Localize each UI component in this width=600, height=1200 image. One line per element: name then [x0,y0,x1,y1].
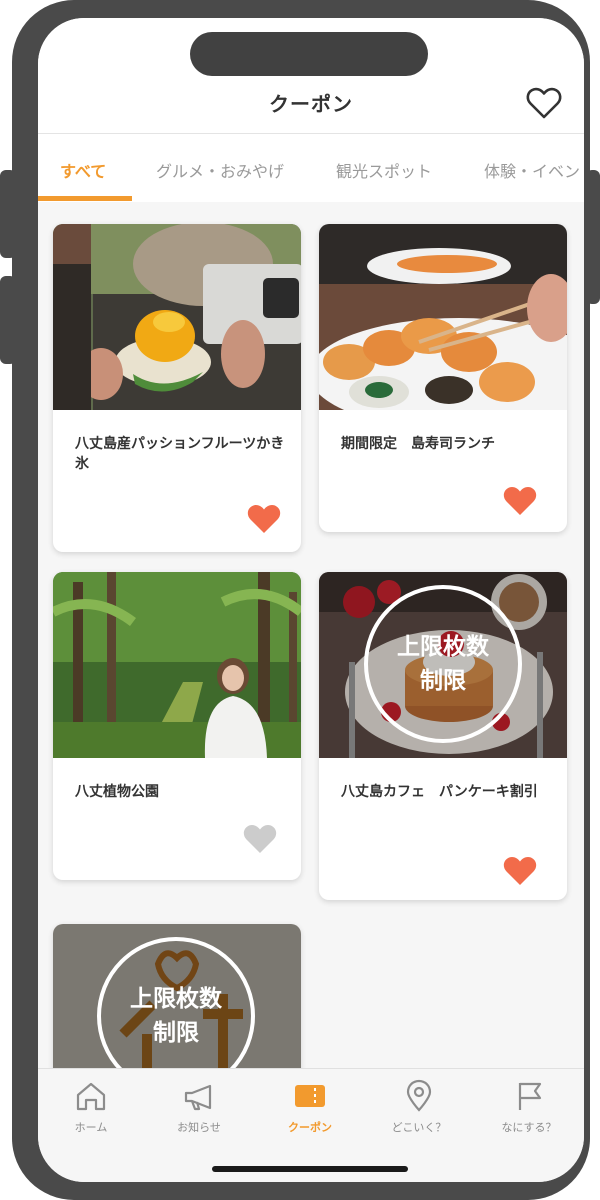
home-indicator [212,1166,408,1172]
coupon-card[interactable]: 八丈植物公園 [53,572,301,880]
coupon-title: 八丈島産パッションフルーツかき氷 [75,436,285,472]
coupon-card[interactable]: 期間限定 島寿司ランチ [319,224,567,532]
category-tabs: すべて グルメ・おみやげ 観光スポット 体験・イベン [38,134,584,202]
usage-limit-badge: 上限枚数 制限 [97,937,255,1084]
tab-all[interactable]: すべて [60,158,106,182]
heart-outline-icon[interactable] [526,86,562,120]
coupon-image [53,224,301,410]
tab-sightseeing[interactable]: 観光スポット [336,158,432,182]
tab-gourmet-souvenir[interactable]: グルメ・おみやげ [156,158,284,182]
usage-limit-line2: 制限 [153,1020,199,1046]
volume-up-button [0,170,16,258]
nav-news[interactable]: お知らせ [154,1079,244,1135]
heart-filled-icon[interactable] [503,486,537,516]
nav-home-label: ホーム [74,1121,108,1134]
nav-what-to-do-label: なにする？ [501,1121,557,1134]
tab-experience-event[interactable]: 体験・イベン [484,158,580,182]
nav-where-to-go[interactable]: どこいく？ [374,1079,464,1135]
nav-coupon-label: クーポン [288,1121,332,1134]
heart-filled-icon[interactable] [503,856,537,886]
usage-limit-line2: 制限 [420,668,466,694]
map-pin-icon [406,1079,432,1112]
nav-news-label: お知らせ [177,1121,221,1134]
home-icon [76,1082,106,1111]
heart-filled-icon[interactable] [247,504,281,534]
dynamic-island [190,32,428,76]
coupon-title: 八丈島カフェ パンケーキ割引 [341,784,538,800]
megaphone-icon [184,1084,212,1111]
coupon-card[interactable]: 八丈島産パッションフルーツかき氷 [53,224,301,552]
nav-home[interactable]: ホーム [46,1079,136,1135]
nav-what-to-do[interactable]: なにする？ [484,1079,574,1135]
active-tab-indicator [38,196,132,201]
nav-coupon[interactable]: クーポン [265,1079,355,1135]
bottom-navigation: ホーム お知らせ クーポン どこいく？ なにする？ [38,1068,584,1182]
nav-where-to-go-label: どこいく？ [391,1121,447,1134]
coupon-card[interactable]: 上限枚数 制限 八丈島カフェ パンケーキ割引 [319,572,567,900]
coupon-image [53,572,301,758]
power-button [586,170,600,304]
coupon-title: 八丈植物公園 [75,784,159,800]
ticket-icon [295,1085,325,1107]
app-screen: クーポン すべて グルメ・おみやげ 観光スポット 体験・イベン 八丈島産パッショ… [38,18,584,1182]
heart-inactive-icon[interactable] [243,824,277,854]
flag-icon [518,1082,542,1110]
usage-limit-badge: 上限枚数 制限 [364,585,522,743]
coupon-title: 期間限定 島寿司ランチ [341,436,495,452]
usage-limit-line1: 上限枚数 [130,986,222,1012]
page-title: クーポン [269,92,353,116]
coupon-image [319,224,567,410]
coupon-card[interactable]: 上限枚数 制限 [53,924,301,1084]
volume-down-button [0,276,16,364]
usage-limit-line1: 上限枚数 [397,634,489,660]
